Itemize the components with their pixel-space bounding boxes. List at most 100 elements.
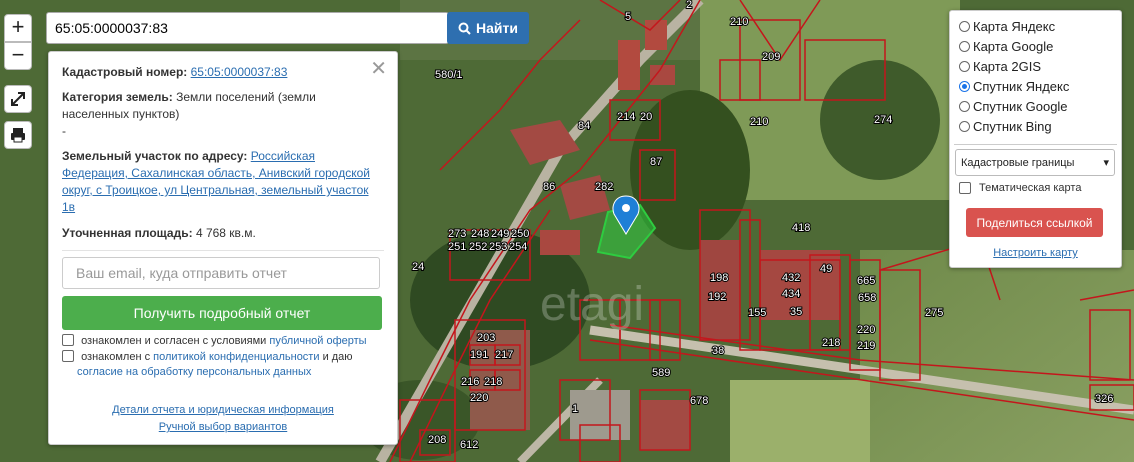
svg-text:191: 191 [470,349,488,361]
svg-text:2: 2 [686,0,692,11]
overlay-select[interactable]: Кадастровые границы ▾ [955,149,1115,176]
map-layers-panel: Карта Яндекс Карта Google Карта 2GIS Спу… [949,10,1122,268]
svg-text:248: 248 [471,228,489,240]
svg-text:218: 218 [822,337,840,349]
layer-option[interactable]: Карта Яндекс [959,19,1055,34]
svg-text:203: 203 [477,332,495,344]
svg-text:49: 49 [820,263,832,275]
svg-text:84: 84 [578,120,590,132]
zoom-out-button[interactable]: − [4,42,32,70]
thematic-checkbox[interactable] [959,182,971,194]
layer-option[interactable]: Спутник Bing [959,119,1052,134]
svg-text:249: 249 [491,228,509,240]
svg-text:217: 217 [495,349,513,361]
email-field[interactable]: Ваш email, куда отправить отчет [62,257,380,289]
svg-text:209: 209 [762,51,780,63]
offer-checkbox[interactable] [62,334,74,346]
svg-text:250: 250 [511,228,529,240]
layer-option-label: Спутник Google [973,99,1068,114]
print-button[interactable] [4,121,32,149]
svg-text:275: 275 [925,307,943,319]
svg-text:24: 24 [412,261,424,273]
layer-option-label: Карта Google [973,39,1054,54]
svg-text:155: 155 [748,307,766,319]
personal-data-link[interactable]: согласие на обработку персональных данны… [77,366,311,378]
svg-text:432: 432 [782,272,800,284]
radio-icon[interactable] [959,101,970,112]
svg-text:5: 5 [625,11,631,23]
thematic-label: Тематическая карта [979,182,1082,194]
privacy-consent[interactable]: ознакомлен с политикой конфиденциальност… [62,350,353,380]
svg-text:208: 208 [428,434,446,446]
svg-text:665: 665 [857,275,875,287]
details-link[interactable]: Детали отчета и юридическая информация [112,404,334,416]
radio-icon[interactable] [959,21,970,32]
layer-option[interactable]: Карта Google [959,39,1053,54]
svg-text:218: 218 [484,376,502,388]
search-input[interactable] [46,12,449,44]
details-link-row: Детали отчета и юридическая информация [49,404,397,416]
fullscreen-button[interactable] [4,85,32,113]
layer-option[interactable]: Карта 2GIS [959,59,1041,74]
svg-text:20: 20 [640,111,652,123]
privacy-consent-text: ознакомлен с [81,351,151,363]
offer-link[interactable]: публичной оферты [269,335,366,347]
svg-text:198: 198 [710,272,728,284]
layer-option[interactable]: Спутник Google [959,99,1068,114]
layer-option-label: Карта 2GIS [973,59,1042,74]
svg-text:580/1: 580/1 [435,69,463,81]
svg-text:252: 252 [469,241,487,253]
svg-text:273: 273 [448,228,466,240]
layer-option[interactable]: Спутник Яндекс [959,79,1069,94]
svg-text:274: 274 [874,114,892,126]
category-extra: - [62,124,66,138]
setup-map-link[interactable]: Настроить карту [993,247,1078,259]
get-report-button[interactable]: Получить подробный отчет [62,296,382,330]
privacy-consent-mid: и даю [322,351,353,363]
svg-text:612: 612 [460,439,478,451]
address-row: Земельный участок по адресу: Российская … [62,148,381,216]
svg-text:434: 434 [782,288,800,300]
svg-text:etagi: etagi [540,278,644,331]
svg-text:214: 214 [617,111,635,123]
cadastral-label: Кадастровый номер: [62,65,188,79]
radio-icon[interactable] [959,61,970,72]
area-value: 4 768 кв.м. [195,226,256,240]
setup-link-row: Настроить карту [950,247,1121,259]
cadastral-link[interactable]: 65:05:0000037:83 [191,65,288,79]
share-link-button[interactable]: Поделиться ссылкой [966,208,1103,237]
svg-text:220: 220 [857,324,875,336]
privacy-checkbox[interactable] [62,350,74,362]
cadastral-row: Кадастровый номер: 65:05:0000037:83 [62,64,381,81]
radio-selected-icon[interactable] [959,81,970,92]
svg-text:253: 253 [489,241,507,253]
category-label: Категория земель: [62,90,173,104]
divider [62,250,384,251]
svg-text:251: 251 [448,241,466,253]
svg-text:282: 282 [595,181,613,193]
offer-consent[interactable]: ознакомлен и согласен с условиями публич… [62,334,367,349]
search-button[interactable]: Найти [447,12,529,44]
layer-option-label: Спутник Яндекс [973,79,1070,94]
chevron-down-icon: ▾ [1103,157,1109,169]
svg-text:254: 254 [509,241,527,253]
offer-consent-text: ознакомлен и согласен с условиями [81,335,267,347]
printer-icon [11,128,25,143]
radio-icon[interactable] [959,121,970,132]
svg-text:220: 220 [470,392,488,404]
manual-link-row: Ручной выбор вариантов [49,421,397,433]
svg-text:192: 192 [708,291,726,303]
svg-text:678: 678 [690,395,708,407]
radio-icon[interactable] [959,41,970,52]
svg-text:216: 216 [461,376,479,388]
svg-text:86: 86 [543,181,555,193]
privacy-link[interactable]: политикой конфиденциальности [153,351,319,363]
overlay-select-value: Кадастровые границы [961,156,1075,169]
thematic-map-toggle[interactable]: Тематическая карта [959,182,1081,194]
svg-text:38: 38 [712,345,724,357]
manual-select-link[interactable]: Ручной выбор вариантов [159,421,287,433]
svg-text:210: 210 [730,16,748,28]
area-label: Уточненная площадь: [62,226,193,240]
zoom-in-button[interactable]: + [4,14,32,42]
svg-text:418: 418 [792,222,810,234]
